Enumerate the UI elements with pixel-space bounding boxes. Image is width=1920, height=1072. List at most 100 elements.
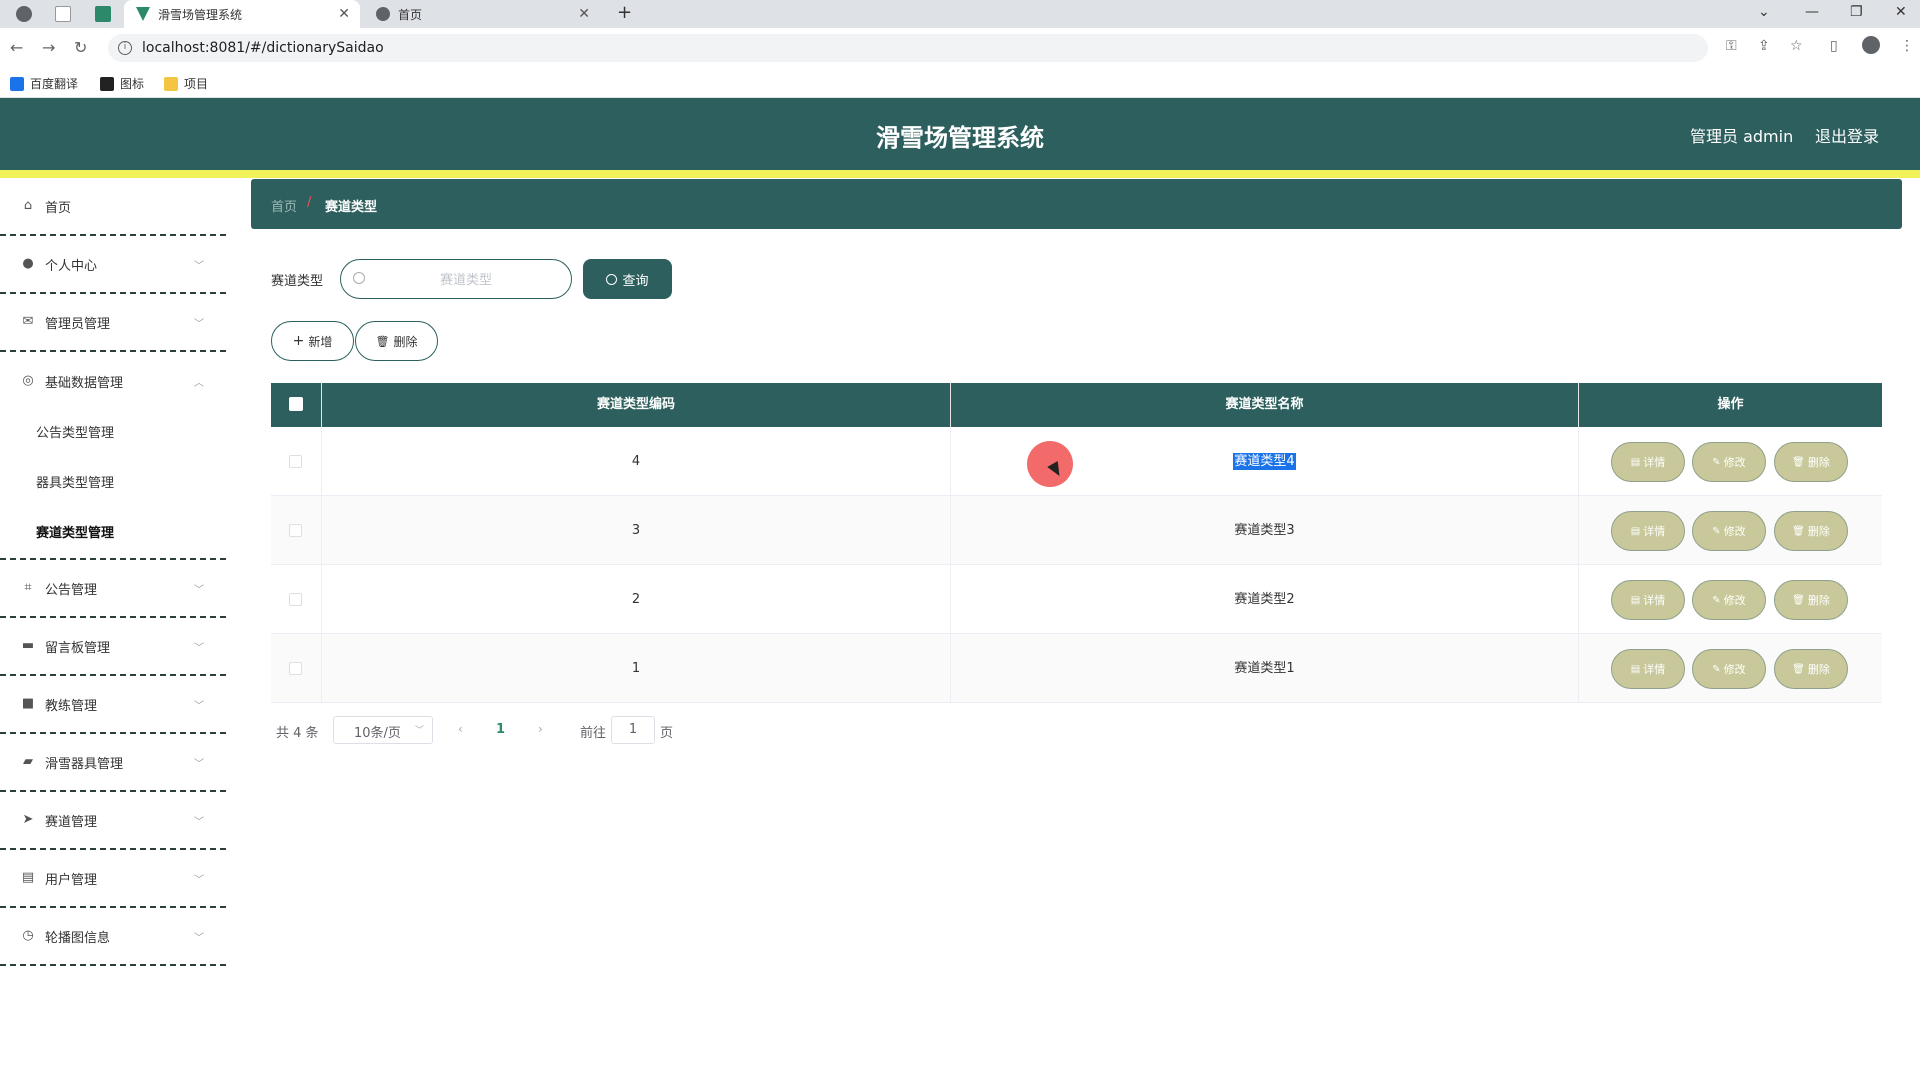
address-bar-row: ← → ↻ i localhost:8081/#/dictionarySaida…	[0, 28, 1920, 68]
trash-icon: 🗑	[1792, 456, 1805, 468]
sidebar-item-track[interactable]: ➤ 赛道管理 ﹀	[0, 792, 226, 850]
edit-icon: ✎	[1712, 663, 1721, 675]
goto-label: 前往	[580, 726, 607, 741]
star-icon[interactable]: ☆	[1790, 38, 1803, 54]
sidebar-item-user[interactable]: ▤ 用户管理 ﹀	[0, 850, 226, 908]
row-select-cell	[271, 496, 322, 565]
app-title: 滑雪场管理系统	[876, 124, 1044, 152]
delete-button[interactable]: 🗑 删除	[1774, 511, 1848, 551]
search-field[interactable]	[340, 259, 572, 299]
new-tab-button[interactable]: +	[617, 2, 632, 23]
translate-icon	[10, 76, 24, 91]
window-close-icon[interactable]: ✕	[1895, 4, 1907, 20]
chevron-down-icon: ﹀	[194, 700, 204, 712]
sidebar-item-profile[interactable]: ● 个人中心 ﹀	[0, 236, 226, 294]
bookmark-item[interactable]: 百度翻译	[10, 75, 78, 92]
detail-button[interactable]: ▤ 详情	[1611, 442, 1685, 482]
chevron-down-icon: ﹀	[194, 584, 204, 596]
goto-page-input[interactable]: 1	[611, 716, 655, 744]
url-bar[interactable]: i localhost:8081/#/dictionarySaidao	[108, 34, 1708, 62]
sidebar-item-ski-equipment[interactable]: ▰ 滑雪器具管理 ﹀	[0, 734, 226, 792]
profile-avatar-icon[interactable]	[1862, 36, 1880, 54]
more-vert-icon[interactable]: ⋮	[1900, 38, 1914, 54]
close-icon[interactable]: ✕	[338, 6, 350, 22]
tab-ski-system[interactable]: 滑雪场管理系统 ✕	[124, 0, 360, 28]
breadcrumb-separator: /	[307, 195, 312, 210]
edit-icon: ✎	[1712, 594, 1721, 606]
row-checkbox[interactable]	[289, 662, 302, 675]
cell-name: 赛道类型3	[951, 496, 1579, 565]
bookmark-item[interactable]: 图标	[100, 75, 144, 92]
info-icon[interactable]: i	[118, 41, 132, 55]
key-icon[interactable]: ⚿	[1726, 38, 1737, 54]
document-icon: ▤	[1630, 594, 1641, 606]
pagination-total: 共 4 条	[276, 726, 319, 741]
share-icon[interactable]: ⇪	[1758, 38, 1770, 54]
breadcrumb-home[interactable]: 首页	[271, 196, 297, 215]
add-button[interactable]: + 新增	[271, 321, 354, 361]
table-row: 4 赛道类型4 ▤ 详情 ✎ 修改 🗑 删除	[271, 427, 1882, 496]
next-page-icon[interactable]: ›	[538, 722, 543, 736]
vue-icon[interactable]	[95, 6, 111, 22]
compass-icon: ◎	[22, 373, 34, 388]
chevron-down-icon[interactable]: ⌄	[1758, 4, 1770, 20]
sidebar-subitem-notice-type[interactable]: 公告类型管理	[36, 422, 114, 441]
delete-label: 删除	[1807, 593, 1830, 607]
tab-icon[interactable]	[55, 6, 71, 22]
bookmark-item[interactable]: 项目	[164, 75, 208, 92]
row-checkbox[interactable]	[289, 593, 302, 606]
detail-button[interactable]: ▤ 详情	[1611, 649, 1685, 689]
cell-actions: ▤ 详情 ✎ 修改 🗑 删除	[1579, 634, 1882, 703]
minimize-icon[interactable]: —	[1805, 4, 1819, 20]
detail-button[interactable]: ▤ 详情	[1611, 511, 1685, 551]
query-button[interactable]: 查询	[583, 259, 672, 299]
prev-page-icon[interactable]: ‹	[458, 722, 463, 736]
sidebar-item-notice[interactable]: ⌗ 公告管理 ﹀	[0, 560, 226, 618]
sidebar-item-label: 首页	[45, 200, 72, 216]
tab-home[interactable]: 首页 ✕	[364, 0, 600, 28]
chevron-down-icon: ﹀	[194, 816, 204, 828]
delete-button[interactable]: 🗑 删除	[1774, 649, 1848, 689]
sidebar: ⌂ 首页 ● 个人中心 ﹀ ✉ 管理员管理 ﹀ ◎ 基础数据管理 ︿ 公告类型管…	[0, 178, 226, 1072]
edit-button[interactable]: ✎ 修改	[1692, 442, 1766, 482]
close-icon[interactable]: ✕	[578, 6, 590, 22]
row-checkbox[interactable]	[289, 455, 302, 468]
batch-delete-button[interactable]: 🗑 删除	[355, 321, 438, 361]
search-input[interactable]	[371, 268, 561, 292]
chevron-down-icon: ﹀	[194, 260, 204, 272]
row-checkbox[interactable]	[289, 524, 302, 537]
logout-link[interactable]: 退出登录	[1815, 123, 1879, 147]
globe-icon[interactable]	[16, 6, 32, 22]
chevron-up-icon: ︿	[194, 377, 204, 389]
column-header-name[interactable]: 赛道类型名称	[951, 383, 1579, 427]
sidebar-item-admin[interactable]: ✉ 管理员管理 ﹀	[0, 294, 226, 352]
sidebar-item-home[interactable]: ⌂ 首页	[0, 178, 226, 236]
row-select-cell	[271, 565, 322, 634]
delete-button[interactable]: 🗑 删除	[1774, 442, 1848, 482]
edit-button[interactable]: ✎ 修改	[1692, 580, 1766, 620]
sidebar-item-basic-data[interactable]: ◎ 基础数据管理 ︿	[0, 352, 226, 410]
delete-button[interactable]: 🗑 删除	[1774, 580, 1848, 620]
back-arrow-icon[interactable]: ←	[10, 38, 23, 57]
cell-name: 赛道类型2	[951, 565, 1579, 634]
globe-icon	[376, 7, 390, 21]
sidepanel-icon[interactable]: ▯	[1830, 38, 1838, 54]
forward-arrow-icon[interactable]: →	[42, 38, 55, 57]
restore-icon[interactable]: ❐	[1850, 4, 1863, 20]
sidebar-item-carousel[interactable]: ◷ 轮播图信息 ﹀	[0, 908, 226, 966]
column-header-code[interactable]: 赛道类型编码	[322, 383, 951, 427]
page-size-select[interactable]: 10条/页 ﹀	[333, 716, 433, 744]
sidebar-subitem-equipment-type[interactable]: 器具类型管理	[36, 472, 114, 491]
delete-label: 删除	[1807, 524, 1830, 538]
url-text[interactable]: localhost:8081/#/dictionarySaidao	[142, 40, 384, 56]
select-all-checkbox[interactable]	[289, 397, 303, 411]
edit-button[interactable]: ✎ 修改	[1692, 511, 1766, 551]
sidebar-subitem-track-type[interactable]: 赛道类型管理	[36, 522, 114, 541]
detail-button[interactable]: ▤ 详情	[1611, 580, 1685, 620]
chevron-down-icon: ﹀	[414, 726, 424, 736]
reload-icon[interactable]: ↻	[74, 38, 87, 57]
sidebar-item-message-board[interactable]: ▬ 留言板管理 ﹀	[0, 618, 226, 676]
pagination-current-page[interactable]: 1	[496, 722, 505, 737]
sidebar-item-coach[interactable]: ■ 教练管理 ﹀	[0, 676, 226, 734]
edit-button[interactable]: ✎ 修改	[1692, 649, 1766, 689]
